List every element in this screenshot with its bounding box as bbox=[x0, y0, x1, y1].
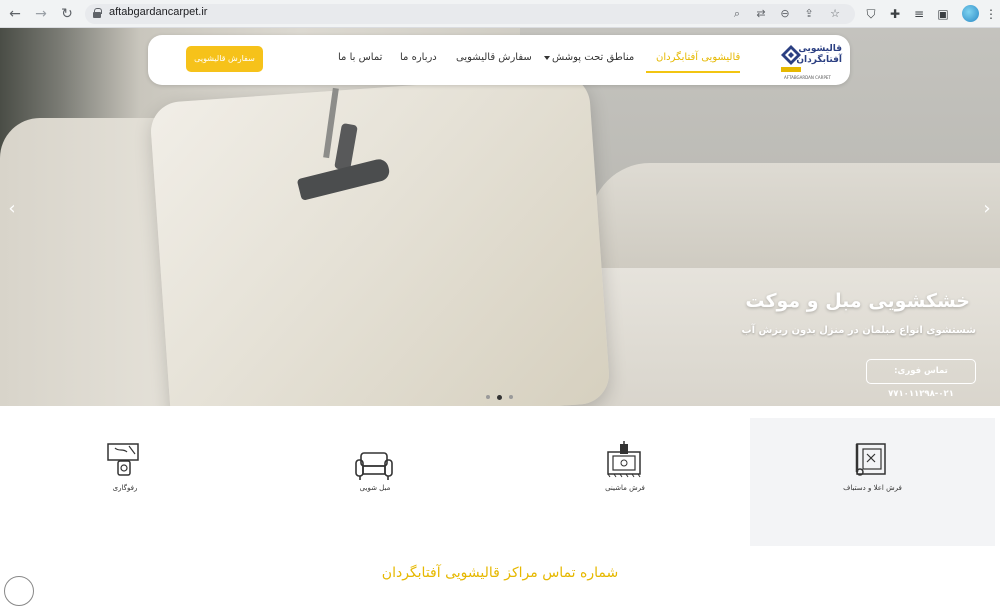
shield-extension-icon[interactable]: ⛉ bbox=[862, 5, 880, 23]
nav-item-order[interactable]: سفارش قالیشویی bbox=[456, 52, 532, 63]
reload-icon[interactable]: ↻ bbox=[58, 5, 76, 23]
order-carpet-button[interactable]: سفارش قالیشویی bbox=[186, 46, 263, 72]
hero-subtitle: شستشوی انواع مبلمان در منزل بدون ریزش آب bbox=[741, 325, 976, 336]
floating-circle-button[interactable] bbox=[4, 576, 34, 606]
profile-avatar[interactable] bbox=[962, 5, 979, 22]
back-arrow-icon[interactable]: ← bbox=[6, 5, 24, 23]
service-card-repair[interactable]: رفوگاری bbox=[20, 418, 230, 546]
service-label: فرش ماشینی bbox=[605, 484, 645, 492]
service-card-machine-carpet[interactable]: فرش ماشینی bbox=[520, 418, 730, 546]
active-menu-underline bbox=[646, 71, 740, 73]
service-label: رفوگاری bbox=[112, 484, 138, 492]
sofa-arm-image bbox=[590, 163, 1000, 283]
slider-dot-active[interactable] bbox=[497, 394, 502, 400]
slider-next-arrow-icon[interactable]: › bbox=[980, 200, 994, 218]
nav-item-contact[interactable]: تماس با ما bbox=[338, 52, 382, 63]
forward-arrow-icon[interactable]: → bbox=[32, 5, 50, 23]
zoom-icon[interactable]: ⊖ bbox=[777, 6, 793, 22]
logo-text: قالیشویی آفتابگردان bbox=[796, 44, 842, 65]
service-label: مبل شویی bbox=[359, 484, 391, 492]
service-card-sofa[interactable]: مبل شویی bbox=[270, 418, 480, 546]
slider-dots bbox=[484, 394, 514, 401]
extensions-puzzle-icon[interactable]: ✚ bbox=[886, 5, 904, 23]
site-logo[interactable]: قالیشویی آفتابگردان AFTABGARDAN CARPET bbox=[780, 41, 842, 81]
menu-kebab-icon[interactable]: ⋮ bbox=[982, 5, 1000, 23]
bookmark-star-icon[interactable]: ☆ bbox=[827, 6, 843, 22]
hero-call-button[interactable]: تماس فوری: ۰۲۱-۷۷۱۰۱۱۲۹۸ bbox=[866, 359, 976, 399]
address-bar[interactable]: aftabgardancarpet.ir ⌕ ⇄ ⊖ ⇪ ☆ bbox=[85, 4, 855, 24]
nav-item-home[interactable]: قالیشویی آفتابگردان bbox=[656, 52, 740, 63]
services-section: فرش اعلا و دستباف فرش ماشینی مبل شویی رف… bbox=[0, 406, 1000, 546]
slider-dot[interactable] bbox=[509, 395, 513, 399]
nav-item-coverage-areas[interactable]: مناطق تحت پوشش bbox=[552, 52, 634, 63]
machine-carpet-icon bbox=[607, 441, 641, 478]
contact-section-title: شماره تماس مراکز قالیشویی آفتابگردان bbox=[381, 565, 619, 581]
chevron-down-icon[interactable] bbox=[544, 56, 550, 60]
service-card-handmade-carpet[interactable]: فرش اعلا و دستباف bbox=[750, 418, 995, 546]
site-navbar: قالیشویی آفتابگردان AFTABGARDAN CARPET ق… bbox=[148, 35, 850, 85]
nav-item-about[interactable]: درباره ما bbox=[400, 52, 437, 63]
lock-icon bbox=[93, 8, 102, 18]
translate-icon[interactable]: ⇄ bbox=[753, 6, 769, 22]
slider-dot[interactable] bbox=[486, 395, 490, 399]
sofa-icon bbox=[355, 452, 393, 480]
service-label: فرش اعلا و دستباف bbox=[843, 484, 902, 492]
browser-toolbar: ← → ↻ aftabgardancarpet.ir ⌕ ⇄ ⊖ ⇪ ☆ ⛉ ✚… bbox=[0, 0, 1000, 28]
url-text: aftabgardancarpet.ir bbox=[109, 6, 208, 18]
slider-prev-arrow-icon[interactable]: ‹ bbox=[5, 200, 19, 218]
share-icon[interactable]: ⇪ bbox=[801, 6, 817, 22]
sofa-cushion-image bbox=[149, 73, 611, 406]
search-icon[interactable]: ⌕ bbox=[729, 6, 745, 22]
logo-subtitle: AFTABGARDAN CARPET bbox=[784, 75, 831, 80]
side-panel-icon[interactable]: ▣ bbox=[934, 5, 952, 23]
carpet-repair-icon bbox=[107, 443, 139, 476]
reading-list-icon[interactable]: ≡ bbox=[910, 5, 928, 23]
hero-title: خشکشویی مبل و موکت bbox=[745, 290, 970, 312]
handmade-carpet-icon bbox=[855, 443, 886, 476]
